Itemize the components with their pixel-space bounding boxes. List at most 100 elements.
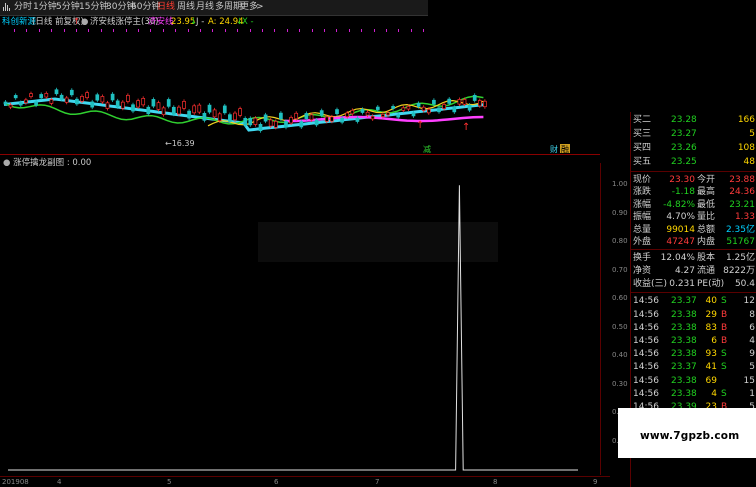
candle-body [90, 101, 95, 108]
candle-body [462, 99, 467, 105]
chart-type-icon[interactable] [3, 3, 10, 11]
pane-divider[interactable] [0, 154, 600, 155]
candle-body [212, 109, 217, 118]
tab-monthly[interactable]: 月线 [196, 2, 214, 13]
bid-row[interactable]: 买五 23.25 48 [631, 156, 756, 168]
tick-volume: 6 [711, 336, 717, 346]
y-tick-label: 0.30 [612, 379, 628, 388]
bid-row[interactable]: 买四 23.26 108 [631, 142, 756, 154]
candle-body [100, 96, 105, 103]
bid-row[interactable]: 买三 23.27 5 [631, 128, 756, 140]
candle-body [80, 96, 84, 102]
candle-body [365, 111, 370, 116]
tick-time: 14:56 [633, 336, 659, 346]
signal-tick [249, 29, 251, 32]
stat-label: 净资 [633, 266, 652, 277]
candle-body [253, 117, 258, 125]
signal-tick [410, 29, 412, 32]
x-tick-label: 4 [57, 478, 62, 486]
signal-tick [38, 29, 40, 32]
ma-line-magenta [284, 115, 484, 123]
signal-tick [212, 29, 214, 32]
tick-side: S [721, 362, 727, 373]
tick-row[interactable]: 14:56 23.37 41 S 5 [631, 361, 756, 373]
candle-body [161, 107, 166, 116]
tick-row[interactable]: 14:56 23.37 40 S 12 [631, 295, 756, 307]
candle-body [396, 114, 401, 118]
subchart-plot[interactable] [0, 163, 600, 475]
chevron-right-icon[interactable]: > [256, 2, 264, 13]
candle-body [375, 106, 380, 110]
signal-tick [311, 29, 313, 32]
tab-1min[interactable]: 1分钟 [33, 2, 57, 13]
j-value: J - [196, 17, 205, 27]
signal-tick [138, 29, 139, 32]
candle-body [309, 114, 314, 121]
stat-label: 涨幅 [633, 199, 652, 210]
y-tick-label: 0.50 [612, 322, 628, 331]
candle-body [64, 97, 69, 103]
quote-stat-row[interactable]: 涨幅 -4.82% 最低 23.21 [631, 199, 756, 211]
tick-row[interactable]: 14:56 23.38 29 B 8 [631, 309, 756, 321]
tick-count: 4 [749, 336, 755, 346]
candle-body [228, 114, 232, 122]
quote-stat-row[interactable]: 净资 4.27 流通 8222万 [631, 265, 756, 277]
candle-body [381, 113, 385, 117]
tick-time: 14:56 [633, 349, 659, 360]
tab-5min[interactable]: 5分钟 [56, 2, 80, 13]
tick-row[interactable]: 14:56 23.38 4 S 1 [631, 388, 756, 400]
candle-body [335, 109, 339, 115]
tick-price: 23.37 [671, 362, 697, 373]
tick-volume: 93 [705, 349, 717, 360]
settings-dot-icon[interactable]: ● [81, 16, 88, 29]
candle-body [54, 89, 59, 95]
bid-price: 23.27 [671, 129, 697, 139]
quote-stat-row[interactable]: 涨跌 -1.18 最高 24.36 [631, 186, 756, 198]
quote-stat-row[interactable]: 换手 12.04% 股本 1.25亿 [631, 252, 756, 264]
candle-body [314, 119, 319, 126]
candle-body [406, 105, 411, 110]
bid-row[interactable]: 买二 23.28 166 [631, 114, 756, 126]
tick-time: 14:56 [633, 375, 659, 386]
stat-label: 最高 [697, 187, 716, 198]
arrow-up-icon: ↑ [73, 17, 81, 27]
tab-daily[interactable]: 日线 [157, 2, 175, 13]
tab-weekly[interactable]: 周线 [177, 2, 195, 13]
quote-stat-row[interactable]: 现价 23.30 今开 23.88 [631, 174, 756, 186]
tick-volume: 29 [705, 309, 717, 320]
arrow-up-icon: ↑ [462, 122, 470, 133]
stat-label: 今开 [697, 175, 716, 185]
candle-body [197, 104, 202, 113]
tick-row[interactable]: 14:56 23.38 93 S 9 [631, 348, 756, 360]
tab-multi-period[interactable]: 多周期 [215, 2, 242, 13]
candlestick-chart[interactable]: ←16.39 ↑ ↑ 减 财融 [0, 33, 600, 153]
candle-body [248, 117, 253, 126]
quote-stat-row[interactable]: 外盘 47247 内盘 51767 [631, 236, 756, 248]
candle-body [233, 112, 237, 121]
tick-row[interactable]: 14:56 23.38 83 B 6 [631, 322, 756, 334]
signal-tick [113, 29, 115, 32]
bid-volume: 108 [737, 143, 755, 153]
tick-row[interactable]: 14:56 23.38 6 B 4 [631, 335, 756, 347]
tick-count: 8 [749, 309, 755, 320]
stat-value: 4.27 [674, 266, 695, 277]
quote-stat-row[interactable]: 振幅 4.70% 量比 1.33 [631, 211, 756, 223]
candle-body [217, 113, 222, 122]
tab-15min[interactable]: 15分钟 [79, 2, 108, 13]
tick-price: 23.38 [671, 309, 697, 320]
panel-divider [631, 171, 756, 172]
candle-body [202, 112, 207, 121]
candle-body [177, 106, 181, 115]
candle-body [370, 115, 375, 120]
stat-label: 现价 [633, 175, 652, 185]
candle-body [432, 99, 436, 105]
signal-tick [162, 29, 164, 32]
bid-volume: 5 [749, 129, 755, 139]
quote-stat-row[interactable]: 收益(三) 0.231 PE(动) 50.4 [631, 278, 756, 290]
tab-timeshare[interactable]: 分时 [14, 2, 32, 13]
period-toolbar: 分时 1分钟 5分钟 15分钟 30分钟 60分钟 日线 周线 月线 多周期 更… [0, 0, 428, 16]
quote-stat-row[interactable]: 总量 99014 总额 2.35亿 [631, 224, 756, 236]
candle-body [207, 104, 212, 113]
tick-row[interactable]: 14:56 23.38 69 15 [631, 375, 756, 387]
stock-terminal-window: 分时 1分钟 5分钟 15分钟 30分钟 60分钟 日线 周线 月线 多周期 更… [0, 0, 756, 487]
